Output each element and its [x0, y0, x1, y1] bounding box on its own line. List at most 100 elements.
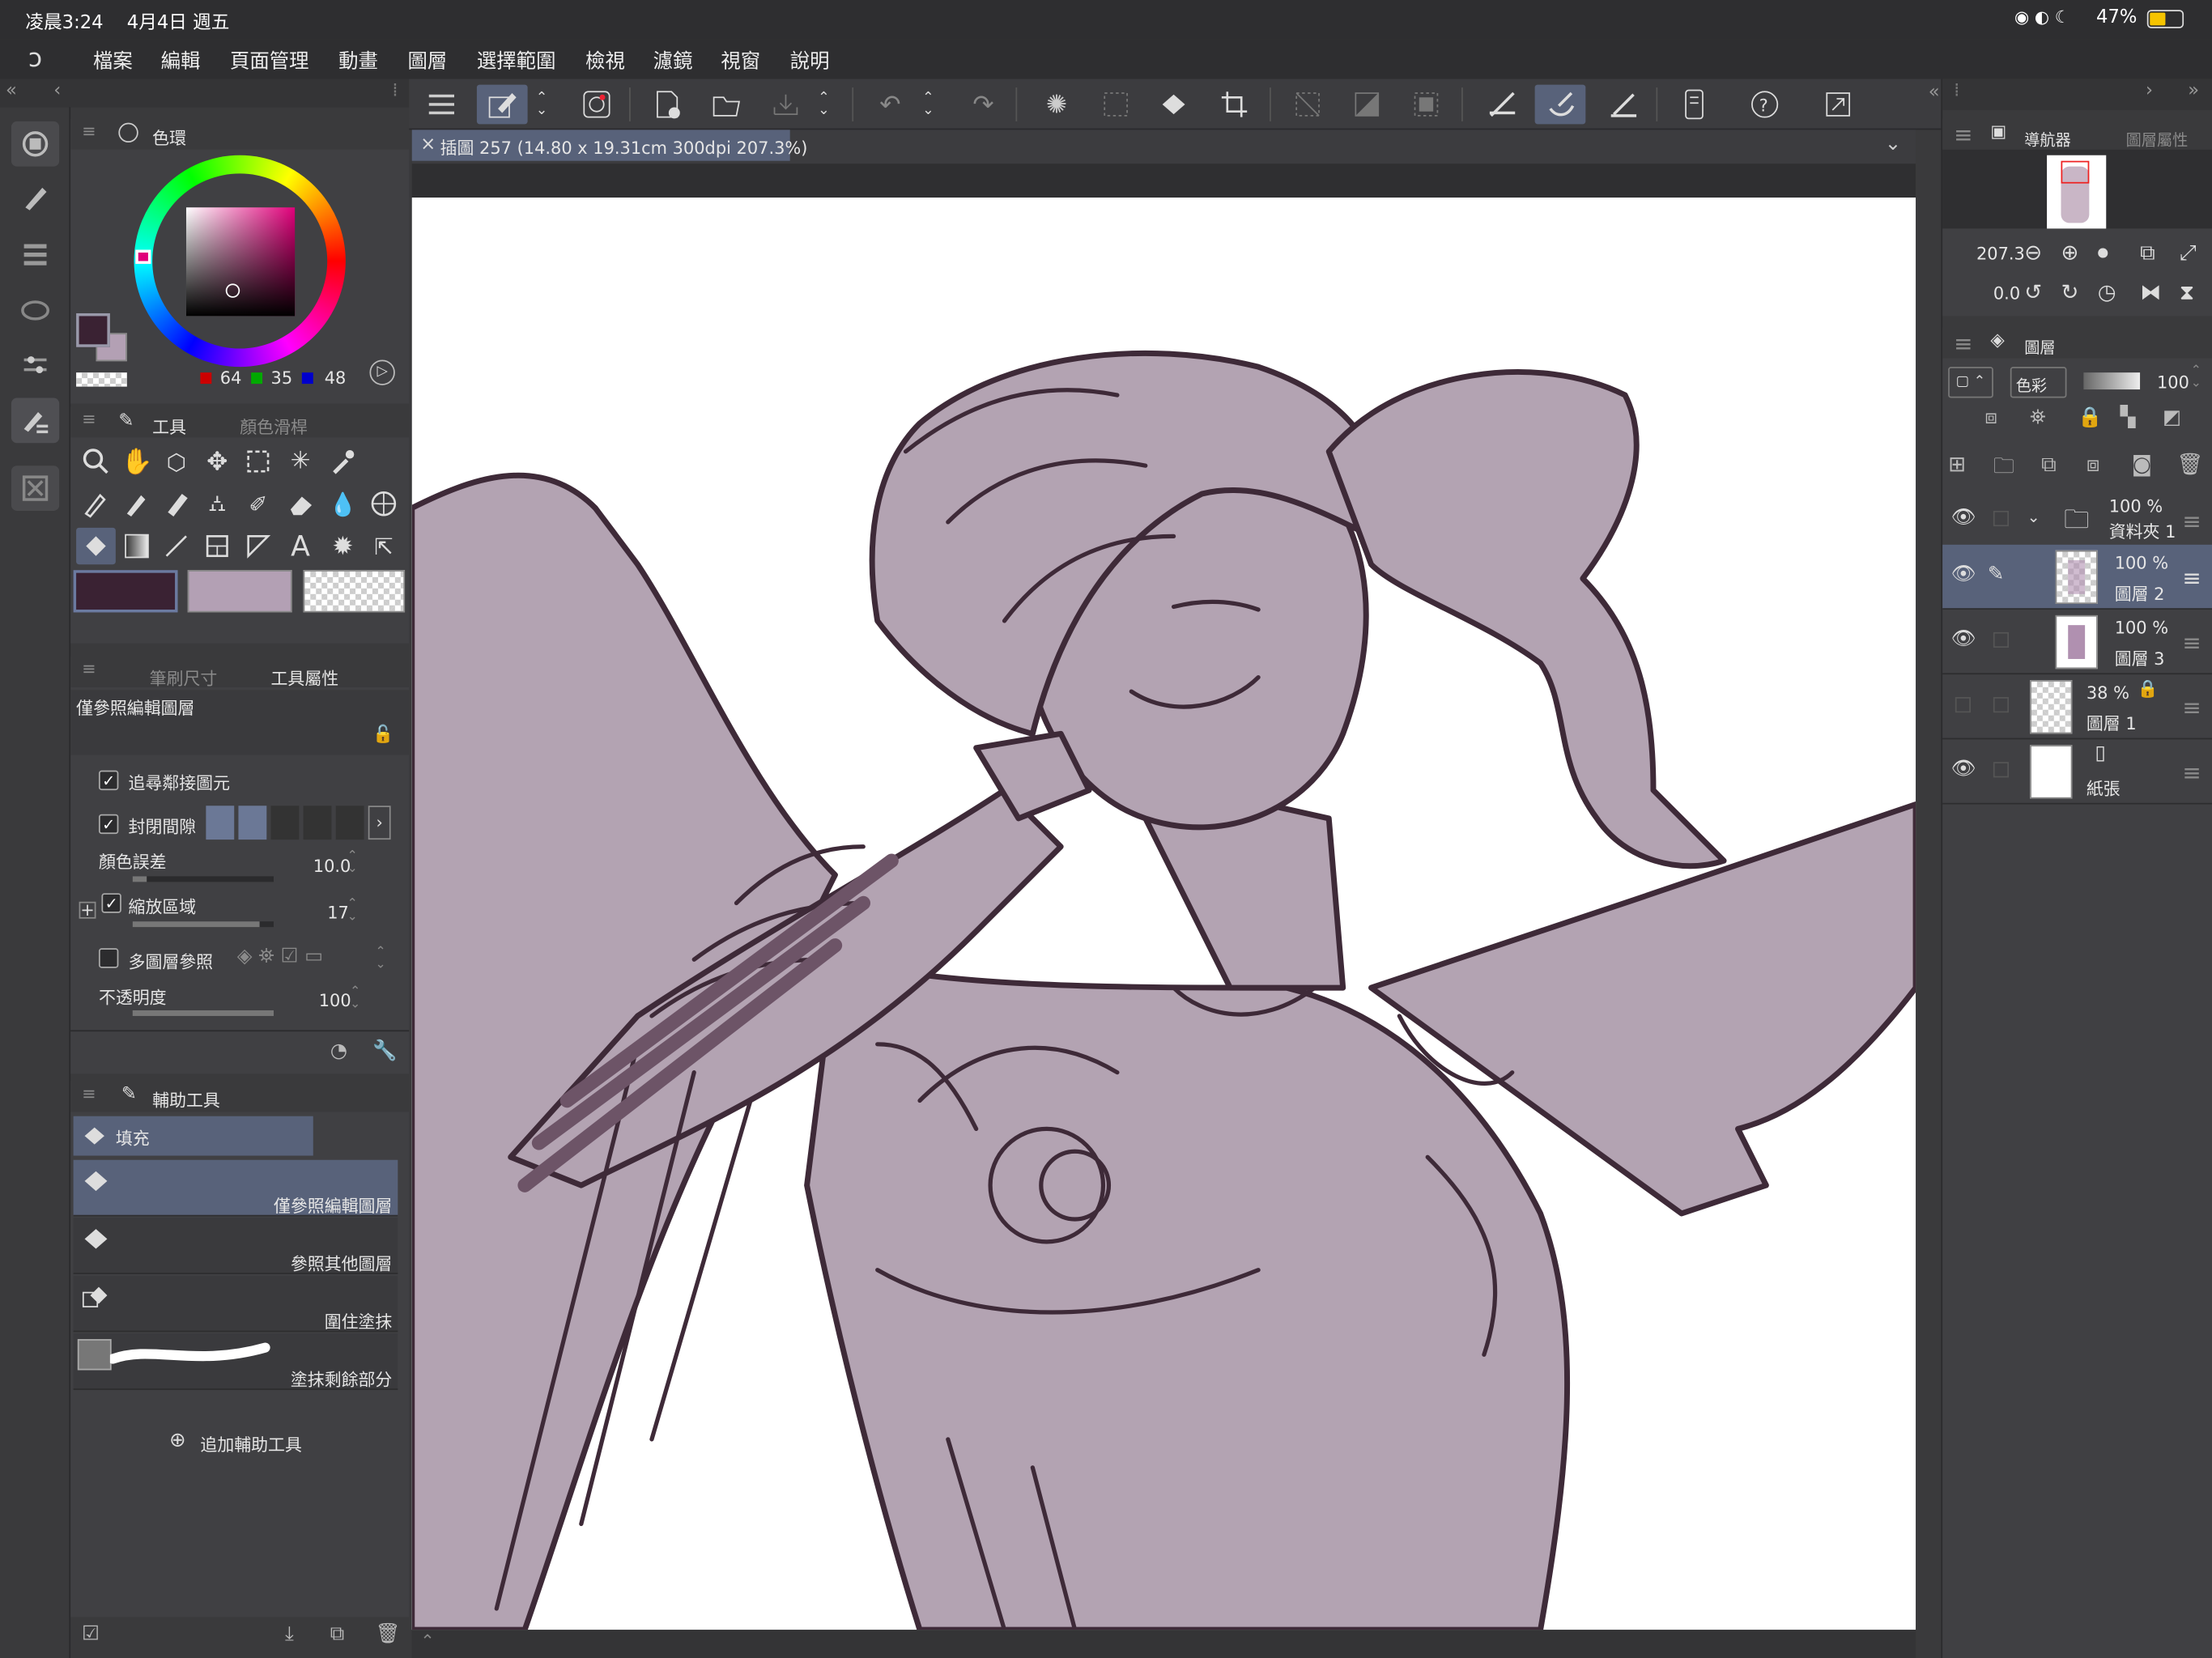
lock-transparency-icon[interactable]: ▚ [2121, 406, 2136, 429]
panel-menu-icon[interactable]: ≡ [82, 409, 96, 428]
pen-settings-strip-icon[interactable] [11, 397, 60, 444]
app-logo-icon[interactable]: ↄ [28, 44, 42, 74]
layer-strip-icon[interactable] [11, 121, 60, 167]
ruler-tool-icon[interactable] [240, 528, 276, 564]
stepper-icon[interactable]: ⌃ ⌄ [2191, 365, 2201, 390]
select-all-icon[interactable] [1405, 85, 1447, 125]
subtool-item-enclose[interactable]: 圍住塗抹 [73, 1275, 398, 1333]
collapse-double-left-icon[interactable]: « [1929, 82, 1940, 103]
stepper-icon[interactable]: ⌃ ⌄ [813, 85, 836, 125]
scale-area-slider[interactable] [132, 921, 274, 928]
color-margin-value[interactable]: 10.0 [313, 857, 351, 876]
duplicate-icon[interactable]: ⧉ [330, 1622, 344, 1645]
sub-color-tile[interactable] [187, 570, 292, 613]
layer-opacity-value[interactable]: 100 [2157, 372, 2189, 392]
ruler-snap-icon[interactable] [1481, 85, 1523, 125]
lock-layer-icon[interactable]: 🔒 [2078, 406, 2102, 429]
slider-strip-icon[interactable] [11, 342, 59, 387]
gap-level-1[interactable] [206, 806, 235, 840]
correct-line-tool-icon[interactable]: ⇱ [365, 528, 402, 564]
eye-visible-icon[interactable]: 👁 [1951, 758, 1976, 780]
panel-menu-icon[interactable]: ≡ [82, 1084, 96, 1103]
visibility-off-box[interactable] [1955, 697, 1971, 713]
eraser-tool-icon[interactable] [282, 486, 318, 522]
menu-edit[interactable]: 編輯 [161, 47, 201, 75]
zoom-in-icon[interactable]: ⊕ [2061, 240, 2079, 265]
play-icon[interactable]: ▷ [369, 359, 395, 385]
menu-filter[interactable]: 濾鏡 [653, 47, 693, 75]
navigator-preview-area[interactable] [1942, 149, 2212, 229]
rotation-value[interactable]: 0.0 [1993, 283, 2020, 303]
eyedropper-tool-icon[interactable] [325, 443, 361, 479]
balloon-tool-icon[interactable]: ✹ [325, 528, 361, 564]
layer-menu-icon[interactable]: ≡ [2182, 759, 2201, 786]
move-tool-icon[interactable]: ✥ [199, 443, 236, 479]
mask-icon[interactable]: ◩ [2163, 406, 2181, 429]
stepper-icon[interactable]: ⌃ ⌄ [347, 898, 358, 924]
gap-level-2[interactable] [238, 806, 267, 840]
panel-menu-icon[interactable]: ≡ [1954, 121, 1972, 148]
close-panel-strip-icon[interactable] [11, 466, 60, 511]
stepper-icon[interactable]: ⌃ ⌄ [350, 985, 360, 1011]
zoom-out-icon[interactable]: ⊖ [2024, 240, 2042, 265]
reset-rotation-icon[interactable]: ◷ [2098, 279, 2116, 304]
layer-select-box[interactable] [1993, 697, 2010, 713]
expand-up-icon[interactable]: ⌃ [420, 1631, 435, 1651]
expand-plus-icon[interactable]: + [79, 901, 96, 919]
text-tool-icon[interactable]: A [282, 528, 318, 564]
color-slider-tab[interactable]: 顏色滑桿 [240, 414, 308, 439]
operation-tool-icon[interactable]: ⬡ [158, 443, 194, 479]
transparent-color-swatch[interactable] [76, 372, 127, 387]
clip-icon[interactable]: ⧈ [1984, 406, 1997, 429]
menu-page[interactable]: 頁面管理 [230, 47, 309, 75]
drawing-canvas[interactable] [411, 198, 1916, 1630]
layer-color-dropdown[interactable]: ▢ ⌃ [1948, 367, 1993, 398]
opacity-slider[interactable] [132, 1010, 274, 1016]
eye-visible-icon[interactable]: 👁 [1951, 563, 1976, 585]
reference-layer-icon[interactable]: ⛯ [2030, 406, 2046, 429]
flip-horizontal-icon[interactable]: ⧓ [2140, 279, 2161, 304]
link-strip-icon[interactable] [11, 288, 59, 334]
hue-marker[interactable] [135, 249, 151, 264]
subtool-settings-icon[interactable]: ☑ [82, 1622, 100, 1645]
deselect-icon[interactable] [1287, 85, 1329, 125]
chevron-down-icon[interactable]: ⌄ [2027, 508, 2040, 526]
zoom-reset-icon[interactable]: ⏺ [2098, 240, 2108, 265]
layer-property-tab[interactable]: 圖層屬性 [2126, 129, 2189, 151]
menu-layer[interactable]: 圖層 [408, 47, 448, 75]
layer-menu-icon[interactable]: ≡ [2182, 695, 2201, 721]
layer-row-folder[interactable]: 👁 ⌄ 🗀 100 % 資料夾 1 ≡ [1942, 488, 2212, 554]
edit-mode-icon[interactable] [476, 84, 528, 125]
color-margin-slider[interactable] [132, 876, 274, 882]
opacity-value[interactable]: 100 [319, 991, 351, 1010]
gradient-tool-icon[interactable] [118, 528, 155, 564]
layer-menu-icon[interactable]: ≡ [2182, 629, 2201, 656]
fit-icon[interactable]: ⧉ [2140, 240, 2155, 265]
chevron-down-icon[interactable]: ⌄ [1885, 133, 1901, 155]
multi-layer-checkbox[interactable] [98, 948, 119, 968]
collapse-double-left-icon[interactable]: « [6, 80, 17, 101]
transform-grid-icon[interactable] [1095, 85, 1137, 125]
collapse-double-right-icon[interactable]: » [2188, 80, 2199, 101]
merge-down-icon[interactable]: ⧈ [2087, 452, 2100, 477]
undo-icon[interactable]: ↶ [869, 85, 911, 125]
gap-level-4[interactable] [303, 806, 332, 840]
fill-bucket-icon[interactable] [1154, 85, 1196, 125]
stepper-icon[interactable]: ⌃ ⌄ [375, 946, 385, 972]
invert-selection-icon[interactable] [1346, 85, 1388, 125]
brush-snap-icon[interactable] [1534, 84, 1586, 125]
panel-menu-icon[interactable]: ≡ [82, 659, 96, 678]
subtool-item-reference-edit[interactable]: 僅參照編輯圖層 [73, 1159, 398, 1217]
spiral-icon[interactable] [576, 85, 618, 125]
new-folder-icon[interactable]: 🗀 [1993, 452, 2014, 487]
auto-select-tool-icon[interactable]: ✳ [282, 443, 318, 479]
stepper-icon[interactable]: ⌃ ⌄ [530, 85, 553, 125]
main-color-tile[interactable] [73, 570, 178, 613]
device-icon[interactable] [1673, 85, 1715, 125]
hand-tool-icon[interactable]: ✋ [118, 443, 155, 479]
add-subtool-button[interactable]: 追加輔助工具 [200, 1432, 301, 1456]
list-strip-icon[interactable] [11, 232, 59, 277]
decoration-tool-icon[interactable]: ✐ [240, 486, 276, 522]
scale-area-value[interactable]: 17 [327, 903, 349, 923]
menu-selection[interactable]: 選擇範圍 [477, 47, 556, 75]
